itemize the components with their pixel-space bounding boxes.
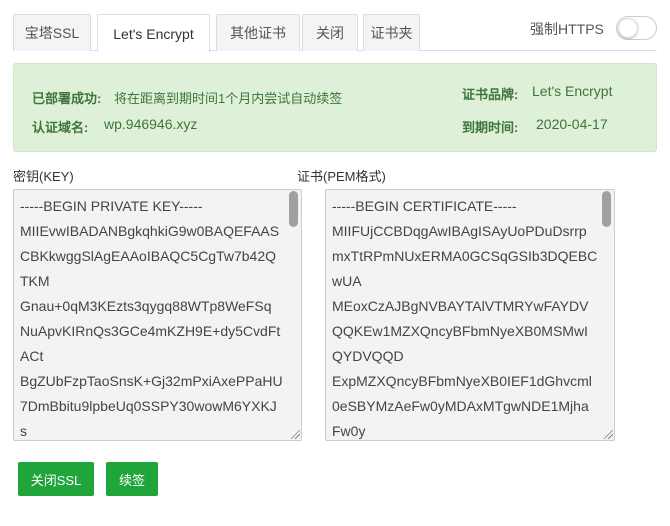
force-https-toggle[interactable] xyxy=(616,16,657,40)
close-ssl-button[interactable]: 关闭SSL xyxy=(18,462,94,496)
cert-scroll-thumb[interactable] xyxy=(602,191,611,227)
domain-value: wp.946946.xyz xyxy=(104,116,198,132)
tab-certificate-folder[interactable]: 证书夹 xyxy=(363,14,420,51)
tab-close[interactable]: 关闭 xyxy=(302,14,358,51)
expire-key: 到期时间: xyxy=(462,120,519,135)
brand-key: 证书品牌: xyxy=(462,87,519,102)
brand-value: Let's Encrypt xyxy=(532,83,613,99)
tab-lets-encrypt[interactable]: Let's Encrypt xyxy=(97,14,210,52)
cert-field-label: 证书(PEM格式) xyxy=(297,169,386,184)
domain-key: 认证域名: xyxy=(32,120,89,135)
private-key-textarea[interactable]: -----BEGIN PRIVATE KEY----- MIIEvwIBADAN… xyxy=(13,189,302,441)
expire-value: 2020-04-17 xyxy=(536,116,608,132)
certificate-textarea[interactable]: -----BEGIN CERTIFICATE----- MIIFUjCCBDqg… xyxy=(325,189,615,441)
cert-resize-grip-icon[interactable] xyxy=(604,430,613,439)
ssl-status-panel: 已部署成功: 将在距离到期时间1个月内尝试自动续签 认证域名: wp.94694… xyxy=(13,63,657,152)
key-scrollbar[interactable] xyxy=(288,190,300,440)
tab-other-certificate[interactable]: 其他证书 xyxy=(216,14,300,51)
status-key: 已部署成功: xyxy=(32,91,102,106)
key-resize-grip-icon[interactable] xyxy=(291,430,300,439)
renew-button[interactable]: 续签 xyxy=(106,462,158,496)
toggle-knob xyxy=(618,18,638,38)
force-https-label: 强制HTTPS xyxy=(530,21,604,37)
tab-baota-ssl[interactable]: 宝塔SSL xyxy=(13,14,91,51)
key-scroll-thumb[interactable] xyxy=(289,191,298,227)
cert-scrollbar[interactable] xyxy=(601,190,613,440)
key-field-label: 密钥(KEY) xyxy=(13,169,74,184)
status-value: 将在距离到期时间1个月内尝试自动续签 xyxy=(114,91,343,106)
certificate-text: -----BEGIN CERTIFICATE----- MIIFUjCCBDqg… xyxy=(332,198,598,439)
private-key-text: -----BEGIN PRIVATE KEY----- MIIEvwIBADAN… xyxy=(20,198,283,439)
